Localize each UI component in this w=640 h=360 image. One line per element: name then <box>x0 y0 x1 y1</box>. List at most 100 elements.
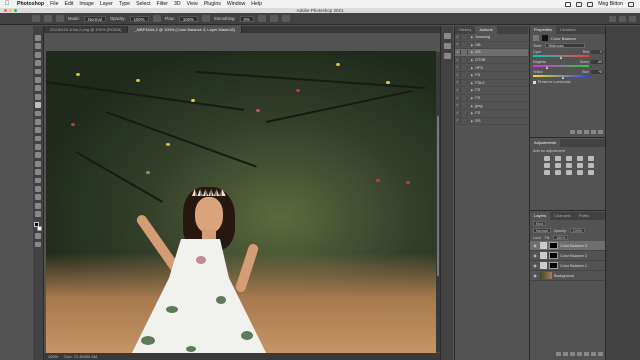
eraser-tool-icon[interactable] <box>35 127 41 134</box>
action-row[interactable]: ✓ ▶ jpeg <box>455 102 528 110</box>
menu-select[interactable]: Select <box>133 1 153 7</box>
path-select-tool-icon[interactable] <box>35 177 41 184</box>
channel-mixer-icon[interactable] <box>588 163 594 168</box>
exposure-icon[interactable] <box>577 156 583 161</box>
workspace-icon[interactable] <box>619 15 626 22</box>
search-icon[interactable] <box>609 15 616 22</box>
visibility-icon[interactable] <box>591 130 596 134</box>
view-previous-icon[interactable] <box>577 130 582 134</box>
slider-value[interactable]: 0 <box>591 50 603 54</box>
slider-knob[interactable] <box>561 76 564 79</box>
symmetry-icon[interactable] <box>281 15 290 22</box>
expand-triangle-icon[interactable]: ▶ <box>471 111 473 115</box>
action-row[interactable]: ✓ ▶ DTSB <box>455 57 528 65</box>
layer-name[interactable]: Color Balance 2 <box>560 254 587 258</box>
brush-settings-icon[interactable] <box>56 15 64 22</box>
clone-stamp-tool-icon[interactable] <box>35 110 41 117</box>
blur-tool-icon[interactable] <box>35 144 41 150</box>
tab-libraries[interactable]: Libraries <box>556 26 579 34</box>
expand-triangle-icon[interactable]: ▶ <box>471 35 473 39</box>
scroll-thumb[interactable] <box>437 116 439 276</box>
slider-knob[interactable] <box>559 56 562 59</box>
link-icon[interactable] <box>556 352 561 356</box>
action-dialog-toggle[interactable] <box>463 42 468 48</box>
flow-field[interactable]: 100% <box>178 15 198 22</box>
action-dialog-toggle[interactable] <box>463 34 468 40</box>
expand-triangle-icon[interactable]: ▶ <box>471 43 473 47</box>
action-toggle-checkbox[interactable]: ✓ <box>455 72 461 78</box>
quick-select-tool-icon[interactable] <box>35 60 41 66</box>
tab-history[interactable]: History <box>455 26 475 34</box>
add-mask-icon[interactable] <box>570 352 575 356</box>
preserve-luminosity-row[interactable]: Preserve Luminosity <box>530 79 606 85</box>
layer-row[interactable]: ◉ Color Balance 2 <box>530 251 606 261</box>
opacity-field[interactable]: 100% <box>129 15 149 22</box>
preserve-luminosity-checkbox[interactable] <box>533 80 536 84</box>
eye-icon[interactable]: ◉ <box>532 243 538 248</box>
action-row[interactable]: ✓ ▶ FS <box>455 95 528 103</box>
menu-type[interactable]: Type <box>116 1 133 7</box>
blend-mode-select[interactable]: Normal <box>533 228 551 233</box>
threshold-icon[interactable] <box>577 170 583 175</box>
fill-field[interactable]: 100% <box>553 235 569 240</box>
menu-plugins[interactable]: Plugins <box>201 1 224 7</box>
action-dialog-toggle[interactable] <box>463 72 468 78</box>
color-balance-adj-icon[interactable] <box>555 163 561 168</box>
pen-tool-icon[interactable] <box>35 160 41 167</box>
brightness-contrast-icon[interactable] <box>544 156 550 161</box>
tab-paths[interactable]: Paths <box>575 212 593 220</box>
black-white-icon[interactable] <box>566 163 572 168</box>
battery-icon[interactable] <box>587 1 594 7</box>
layer-row[interactable]: ◉ Color Balance 3 <box>530 241 606 251</box>
levels-icon[interactable] <box>555 156 561 161</box>
home-icon[interactable] <box>32 15 40 22</box>
wifi-icon[interactable] <box>576 1 583 7</box>
dodge-tool-icon[interactable] <box>35 152 41 159</box>
color-slider[interactable]: Cyan Red 0 <box>533 50 603 59</box>
foreground-color-swatch[interactable] <box>34 221 39 227</box>
tab-channels[interactable]: Channels <box>550 212 575 220</box>
tab-properties[interactable]: Properties <box>530 26 557 34</box>
angle-icon[interactable] <box>269 15 278 22</box>
gradient-tool-icon[interactable] <box>35 135 41 142</box>
layer-opacity-field[interactable]: 100% <box>569 228 585 233</box>
menu-help[interactable]: Help <box>248 1 265 7</box>
action-dialog-toggle[interactable] <box>463 80 468 86</box>
airbrush-icon[interactable] <box>201 15 210 22</box>
action-toggle-checkbox[interactable]: ✓ <box>455 118 461 124</box>
brush-preset-icon[interactable] <box>44 15 52 22</box>
action-dialog-toggle[interactable] <box>463 103 468 109</box>
share-icon[interactable] <box>629 15 636 22</box>
screen-mode-icon[interactable] <box>35 241 41 248</box>
zoom-window-button[interactable] <box>14 9 17 12</box>
expand-triangle-icon[interactable]: ▶ <box>471 104 473 108</box>
action-row[interactable]: ✓ ▶ DS <box>455 49 528 57</box>
action-toggle-checkbox[interactable]: ✓ <box>455 110 461 116</box>
action-dialog-toggle[interactable] <box>463 57 468 63</box>
pressure-opacity-icon[interactable] <box>152 15 161 22</box>
action-row[interactable]: ✓ ▶ RS <box>455 118 528 126</box>
action-toggle-checkbox[interactable]: ✓ <box>455 95 461 101</box>
menu-filter[interactable]: Filter <box>153 1 171 7</box>
smoothing-field[interactable]: 0% <box>239 15 254 22</box>
action-toggle-checkbox[interactable]: ✓ <box>455 80 461 86</box>
color-lookup-icon[interactable] <box>544 170 550 175</box>
expand-triangle-icon[interactable]: ▶ <box>471 58 473 62</box>
doc-size[interactable]: Doc: 72.4M/90.4M <box>64 354 97 359</box>
canvas-area[interactable] <box>44 33 440 353</box>
action-row[interactable]: ✓ ▶ Amazing <box>455 34 528 42</box>
action-row[interactable]: ✓ ▶ HFS <box>455 64 528 72</box>
color-slider[interactable]: Magenta Green -49 <box>533 60 603 69</box>
slider-value[interactable]: -49 <box>591 60 603 64</box>
expand-triangle-icon[interactable]: ▶ <box>471 66 473 70</box>
lasso-tool-icon[interactable] <box>35 51 41 58</box>
posterize-icon[interactable] <box>566 170 572 175</box>
expand-triangle-icon[interactable]: ▶ <box>471 88 473 92</box>
action-dialog-toggle[interactable] <box>463 110 468 116</box>
layer-mask-thumbnail[interactable] <box>549 242 558 249</box>
action-toggle-checkbox[interactable]: ✓ <box>455 65 461 71</box>
layer-kind-filter[interactable]: Kind <box>533 221 547 226</box>
expand-triangle-icon[interactable]: ▶ <box>471 96 473 100</box>
new-group-icon[interactable] <box>584 352 589 356</box>
action-dialog-toggle[interactable] <box>463 87 468 93</box>
